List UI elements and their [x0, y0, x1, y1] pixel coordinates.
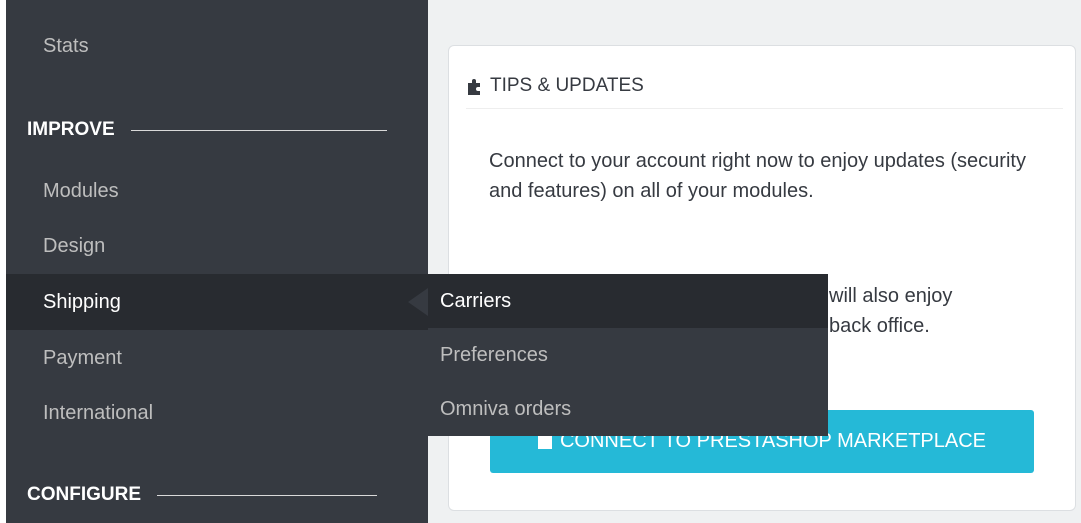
user-icon: [537, 434, 552, 449]
shipping-submenu: Carriers Preferences Omniva orders: [428, 274, 828, 436]
sidebar-nav: Stats IMPROVE Modules Design Shipping Pa…: [6, 0, 428, 523]
sidebar-item-modules[interactable]: Modules: [6, 163, 428, 219]
sidebar-item-label: Payment: [43, 346, 122, 369]
submenu-item-label: Omniva orders: [440, 397, 572, 420]
panel-heading: TIPS & UPDATES: [466, 64, 1063, 109]
submenu-item-omniva-orders[interactable]: Omniva orders: [428, 382, 828, 436]
submenu-item-label: Carriers: [440, 289, 512, 312]
submenu-item-label: Preferences: [440, 343, 548, 366]
sidebar-item-label: Stats: [43, 34, 89, 57]
sidebar-item-shipping[interactable]: Shipping: [6, 274, 428, 330]
sidebar-item-label: International: [43, 401, 154, 424]
sidebar-item-design[interactable]: Design: [6, 218, 428, 274]
main-content: TIPS & UPDATES Connect to your account r…: [428, 0, 1081, 523]
submenu-item-carriers[interactable]: Carriers: [428, 274, 828, 328]
submenu-pointer-arrow: [408, 288, 428, 316]
sidebar-item-stats[interactable]: Stats: [6, 18, 428, 74]
section-title: CONFIGURE: [27, 484, 141, 505]
panel-paragraph: Connect to your account right now to enj…: [489, 150, 1026, 202]
puzzle-icon: [468, 79, 480, 95]
section-divider: [130, 129, 387, 131]
sidebar-item-label: Modules: [43, 179, 119, 202]
section-divider: [157, 494, 377, 496]
sidebar-item-payment[interactable]: Payment: [6, 330, 428, 386]
sidebar-item-international[interactable]: International: [6, 385, 428, 441]
section-header-configure: CONFIGURE: [6, 480, 428, 510]
panel-title: TIPS & UPDATES: [490, 75, 644, 96]
section-header-improve: IMPROVE: [6, 115, 428, 145]
section-title: IMPROVE: [27, 119, 115, 140]
sidebar-item-label: Shipping: [43, 290, 121, 313]
sidebar-item-label: Design: [43, 234, 106, 257]
submenu-item-preferences[interactable]: Preferences: [428, 328, 828, 382]
